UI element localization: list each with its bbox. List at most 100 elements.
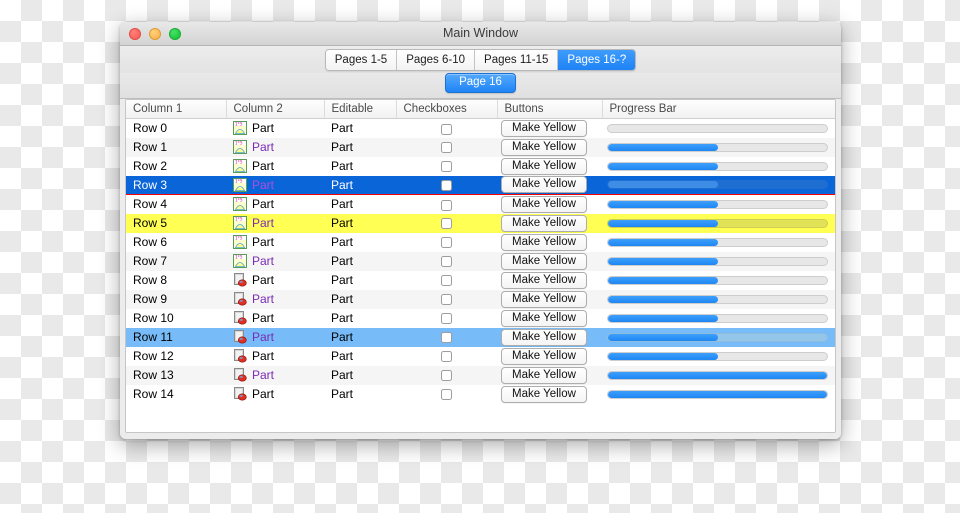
tab-pages-16[interactable]: Pages 16-? bbox=[558, 49, 636, 70]
cell-column-2: 1*5 Part bbox=[226, 137, 324, 157]
make-yellow-button[interactable]: Make Yellow bbox=[501, 138, 587, 156]
progress-bar bbox=[607, 123, 828, 133]
page-button-row: Page 16 bbox=[120, 73, 841, 99]
table-row[interactable]: Row 4 1*5 Part Part Make Yellow bbox=[126, 195, 835, 214]
progress-bar-fill bbox=[608, 295, 718, 303]
table-row[interactable]: Row 8 Part Part Make Yellow bbox=[126, 271, 835, 290]
cell-editable[interactable]: Part bbox=[324, 195, 396, 214]
row-checkbox[interactable] bbox=[441, 161, 452, 173]
table-row[interactable]: Row 9 Part Part Make Yellow bbox=[126, 289, 835, 309]
table-row[interactable]: Row 3 1*5 Part Part Make Yellow bbox=[126, 175, 835, 195]
cell-editable[interactable]: Part bbox=[324, 157, 396, 176]
row-checkbox[interactable] bbox=[441, 294, 452, 306]
table-row[interactable]: Row 7 1*5 Part Part Make Yellow bbox=[126, 251, 835, 271]
minimize-button[interactable] bbox=[149, 27, 161, 40]
make-yellow-button[interactable]: Make Yellow bbox=[501, 233, 587, 251]
row-checkbox[interactable] bbox=[441, 199, 452, 211]
tab-pages-6-10[interactable]: Pages 6-10 bbox=[397, 49, 476, 70]
cell-checkbox bbox=[396, 327, 497, 347]
cell-checkbox bbox=[396, 365, 497, 385]
row-checkbox[interactable] bbox=[441, 313, 452, 325]
make-yellow-button[interactable]: Make Yellow bbox=[501, 271, 587, 289]
part-label: Part bbox=[252, 197, 275, 212]
table-row[interactable]: Row 6 1*5 Part Part Make Yellow bbox=[126, 233, 835, 252]
column-header-1[interactable]: Column 1 bbox=[126, 100, 227, 119]
cell-editable[interactable]: Part bbox=[324, 137, 396, 157]
cell-progress-bar bbox=[602, 175, 835, 195]
tab-pages-1-5[interactable]: Pages 1-5 bbox=[325, 49, 398, 70]
make-yellow-button[interactable]: Make Yellow bbox=[501, 309, 587, 327]
make-yellow-button[interactable]: Make Yellow bbox=[501, 347, 587, 365]
cell-editable[interactable]: Part bbox=[324, 251, 396, 271]
table-row[interactable]: Row 11 Part Part Make Yellow bbox=[126, 327, 835, 347]
make-yellow-button[interactable]: Make Yellow bbox=[501, 214, 587, 232]
tab-pages-11-15[interactable]: Pages 11-15 bbox=[475, 49, 559, 70]
zoom-button[interactable] bbox=[169, 27, 181, 40]
column-header-5[interactable]: Buttons bbox=[497, 100, 603, 119]
table-row[interactable]: Row 0 1*5 Part Part Make Yellow bbox=[126, 119, 835, 138]
page-16-button[interactable]: Page 16 bbox=[445, 73, 516, 93]
make-yellow-button[interactable]: Make Yellow bbox=[501, 176, 587, 194]
column2-content: 1*5 Part bbox=[233, 216, 324, 230]
make-yellow-button[interactable]: Make Yellow bbox=[501, 366, 587, 384]
cell-progress-bar bbox=[602, 213, 835, 233]
cell-editable[interactable]: Part bbox=[324, 119, 396, 138]
svg-text:1*5: 1*5 bbox=[235, 160, 243, 165]
make-yellow-button[interactable]: Make Yellow bbox=[501, 328, 587, 346]
row-checkbox[interactable] bbox=[441, 123, 452, 135]
row-checkbox[interactable] bbox=[441, 351, 452, 363]
cell-editable[interactable]: Part bbox=[324, 385, 396, 404]
cell-editable[interactable]: Part bbox=[324, 233, 396, 252]
progress-bar bbox=[607, 256, 828, 266]
column2-content: 1*5 Part bbox=[233, 121, 324, 136]
cell-row-label: Row 12 bbox=[133, 349, 174, 363]
cell-editable[interactable]: Part bbox=[324, 309, 396, 328]
table-row[interactable]: Row 10 Part Part Make Yellow bbox=[126, 309, 835, 328]
row-checkbox[interactable] bbox=[441, 142, 452, 154]
row-checkbox[interactable] bbox=[441, 256, 452, 268]
row-checkbox[interactable] bbox=[441, 370, 452, 382]
make-yellow-button[interactable]: Make Yellow bbox=[501, 119, 587, 137]
row-checkbox[interactable] bbox=[441, 275, 452, 287]
cell-editable[interactable]: Part bbox=[324, 347, 396, 366]
make-yellow-button[interactable]: Make Yellow bbox=[501, 290, 587, 308]
make-yellow-button[interactable]: Make Yellow bbox=[501, 385, 587, 403]
row-checkbox[interactable] bbox=[441, 237, 452, 249]
cell-editable[interactable]: Part bbox=[324, 271, 396, 290]
cell-editable[interactable]: Part bbox=[324, 365, 396, 385]
table-row[interactable]: Row 14 Part Part Make Yellow bbox=[126, 385, 835, 404]
cell-editable[interactable]: Part bbox=[324, 213, 396, 233]
cell-editable[interactable]: Part bbox=[324, 289, 396, 309]
progress-bar-fill bbox=[608, 238, 718, 246]
cell-row-label: Row 8 bbox=[133, 273, 168, 287]
row-checkbox[interactable] bbox=[441, 332, 452, 344]
cell-column-2: 1*5 Part bbox=[226, 233, 324, 252]
cell-editable[interactable]: Part bbox=[324, 175, 396, 195]
table-row[interactable]: Row 2 1*5 Part Part Make Yellow bbox=[126, 157, 835, 176]
row-checkbox[interactable] bbox=[441, 389, 452, 401]
cell-row-label: Row 10 bbox=[133, 311, 174, 325]
column2-content: Part bbox=[233, 387, 324, 401]
progress-bar-fill bbox=[608, 314, 718, 322]
make-yellow-button[interactable]: Make Yellow bbox=[501, 157, 587, 175]
make-yellow-button[interactable]: Make Yellow bbox=[501, 195, 587, 213]
column2-content: 1*5 Part bbox=[233, 177, 324, 192]
table-row[interactable]: Row 5 1*5 Part Part Make Yellow bbox=[126, 213, 835, 233]
progress-bar bbox=[607, 218, 828, 228]
column-header-2[interactable]: Column 2 bbox=[226, 100, 325, 119]
row-checkbox[interactable] bbox=[441, 180, 452, 192]
column-header-4[interactable]: Checkboxes bbox=[396, 100, 498, 119]
table-row[interactable]: Row 1 1*5 Part Part Make Yellow bbox=[126, 137, 835, 157]
cell-row-label: Row 4 bbox=[133, 197, 168, 212]
column2-content: Part bbox=[233, 273, 324, 287]
make-yellow-button[interactable]: Make Yellow bbox=[501, 252, 587, 270]
column2-content: 1*5 Part bbox=[233, 235, 324, 249]
cell-editable[interactable]: Part bbox=[324, 327, 396, 347]
column-header-6[interactable]: Progress Bar bbox=[602, 100, 835, 119]
row-checkbox[interactable] bbox=[441, 218, 452, 230]
close-button[interactable] bbox=[129, 27, 141, 40]
table-row[interactable]: Row 13 Part Part Make Yellow bbox=[126, 365, 835, 385]
column-header-3[interactable]: Editable bbox=[324, 100, 397, 119]
table-row[interactable]: Row 12 Part Part Make Yellow bbox=[126, 347, 835, 366]
progress-bar bbox=[607, 180, 828, 190]
